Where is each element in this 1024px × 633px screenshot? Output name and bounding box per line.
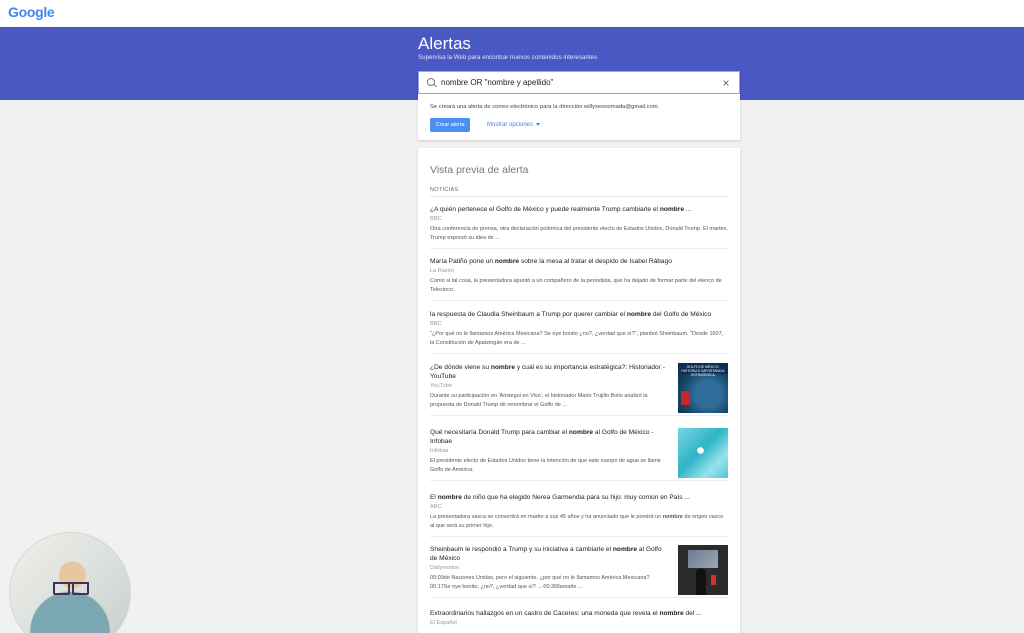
show-options-link[interactable]: Mostrar opciones <box>487 122 541 128</box>
news-snippet: "¿Por qué no le llamamos América Mexican… <box>430 331 724 346</box>
news-item[interactable]: María Patiño pone un nombre sobre la mes… <box>430 257 728 301</box>
alert-query-input[interactable] <box>441 78 717 87</box>
item-divider <box>430 415 728 416</box>
thumbnail-caption: GOLFO DE MÉXICO: HISTORIA E IMPORTANCIA … <box>681 365 725 377</box>
news-item[interactable]: ¿A quién pertenece el Golfo de México y … <box>430 205 728 249</box>
search-icon <box>427 77 437 88</box>
preview-title: Vista previa de alerta <box>430 164 529 176</box>
webcam-overlay <box>9 532 131 633</box>
google-logo[interactable]: Google <box>8 4 55 20</box>
news-snippet: El presidente electo de Estados Unidos t… <box>430 458 661 473</box>
news-source: BBC <box>430 216 442 222</box>
email-info-text: Se creará una alerta de correo electróni… <box>430 104 660 110</box>
news-source: BBC <box>430 321 442 327</box>
news-item[interactable]: Sheinbaum le respondió a Trump y su inic… <box>430 545 728 598</box>
news-thumbnail[interactable]: GOLFO DE MÉXICO: HISTORIA E IMPORTANCIA … <box>678 363 728 413</box>
item-divider <box>430 480 728 481</box>
thumbnail-screen <box>688 550 718 568</box>
news-source: Infobae <box>430 448 449 454</box>
create-alert-card: Se creará una alerta de correo electróni… <box>418 94 740 140</box>
thumbnail-badge <box>681 391 690 405</box>
chevron-down-icon <box>536 122 541 126</box>
news-item[interactable]: El nombre de niño que ha elegido Nerea G… <box>430 493 728 537</box>
news-section-label: NOTICIAS <box>430 187 459 193</box>
news-snippet: 00:09de Naciones Unidas, pero el siguien… <box>430 575 650 590</box>
news-source: Dailymotion <box>430 565 460 571</box>
news-thumbnail[interactable] <box>678 428 728 478</box>
news-source: ABC <box>430 504 442 510</box>
news-source: La Razón <box>430 268 454 274</box>
news-title[interactable]: Sheinbaum le respondió a Trump y su inic… <box>430 545 670 563</box>
alert-query-box[interactable]: × <box>418 71 740 94</box>
page-subtitle: Supervisa la Web para encontrar nuevos c… <box>418 54 598 61</box>
item-divider <box>430 353 728 354</box>
news-item[interactable]: Extraordinarios hallazgos en un castro d… <box>430 609 728 628</box>
thumbnail-flag <box>711 575 716 585</box>
news-thumbnail[interactable] <box>678 545 728 595</box>
news-item[interactable]: ¿De dónde viene su nombre y cuál es su i… <box>430 363 728 416</box>
news-title[interactable]: ¿A quién pertenece el Golfo de México y … <box>430 205 728 214</box>
thumbnail-person <box>696 569 706 595</box>
news-title[interactable]: la respuesta de Claudia Sheinbaum a Trum… <box>430 310 728 319</box>
news-snippet: Otra conferencia de prensa, otra declara… <box>430 226 728 241</box>
top-bar: Google <box>0 0 1024 27</box>
news-title[interactable]: ¿De dónde viene su nombre y cuál es su i… <box>430 363 670 381</box>
show-options-label: Mostrar opciones <box>487 122 534 128</box>
news-snippet: Como si tal cosa, la presentadora apuntó… <box>430 278 722 293</box>
news-snippet: La presentadora vasca se convertirá en m… <box>430 514 724 529</box>
news-snippet: Durante su participación en 'Aristegui e… <box>430 393 648 408</box>
page-title: Alertas <box>418 34 471 53</box>
news-item[interactable]: la respuesta de Claudia Sheinbaum a Trum… <box>430 310 728 354</box>
news-title[interactable]: Qué necesitaría Donald Trump para cambia… <box>430 428 670 446</box>
create-alert-button[interactable]: Crear alerta <box>430 118 470 132</box>
logo-text: Google <box>8 4 55 20</box>
item-divider <box>430 597 728 598</box>
news-title[interactable]: Extraordinarios hallazgos en un castro d… <box>430 609 728 618</box>
news-title[interactable]: El nombre de niño que ha elegido Nerea G… <box>430 493 728 502</box>
news-item[interactable]: Qué necesitaría Donald Trump para cambia… <box>430 428 728 481</box>
item-divider <box>430 300 728 301</box>
news-source: El Español <box>430 620 457 626</box>
news-source: YouTube <box>430 383 452 389</box>
section-divider <box>430 196 728 197</box>
item-divider <box>430 536 728 537</box>
close-icon[interactable]: × <box>717 74 735 92</box>
news-title[interactable]: María Patiño pone un nombre sobre la mes… <box>430 257 728 266</box>
item-divider <box>430 248 728 249</box>
webcam-glasses <box>53 582 89 595</box>
alert-preview-card: Vista previa de alerta NOTICIAS ¿A quién… <box>418 148 740 633</box>
